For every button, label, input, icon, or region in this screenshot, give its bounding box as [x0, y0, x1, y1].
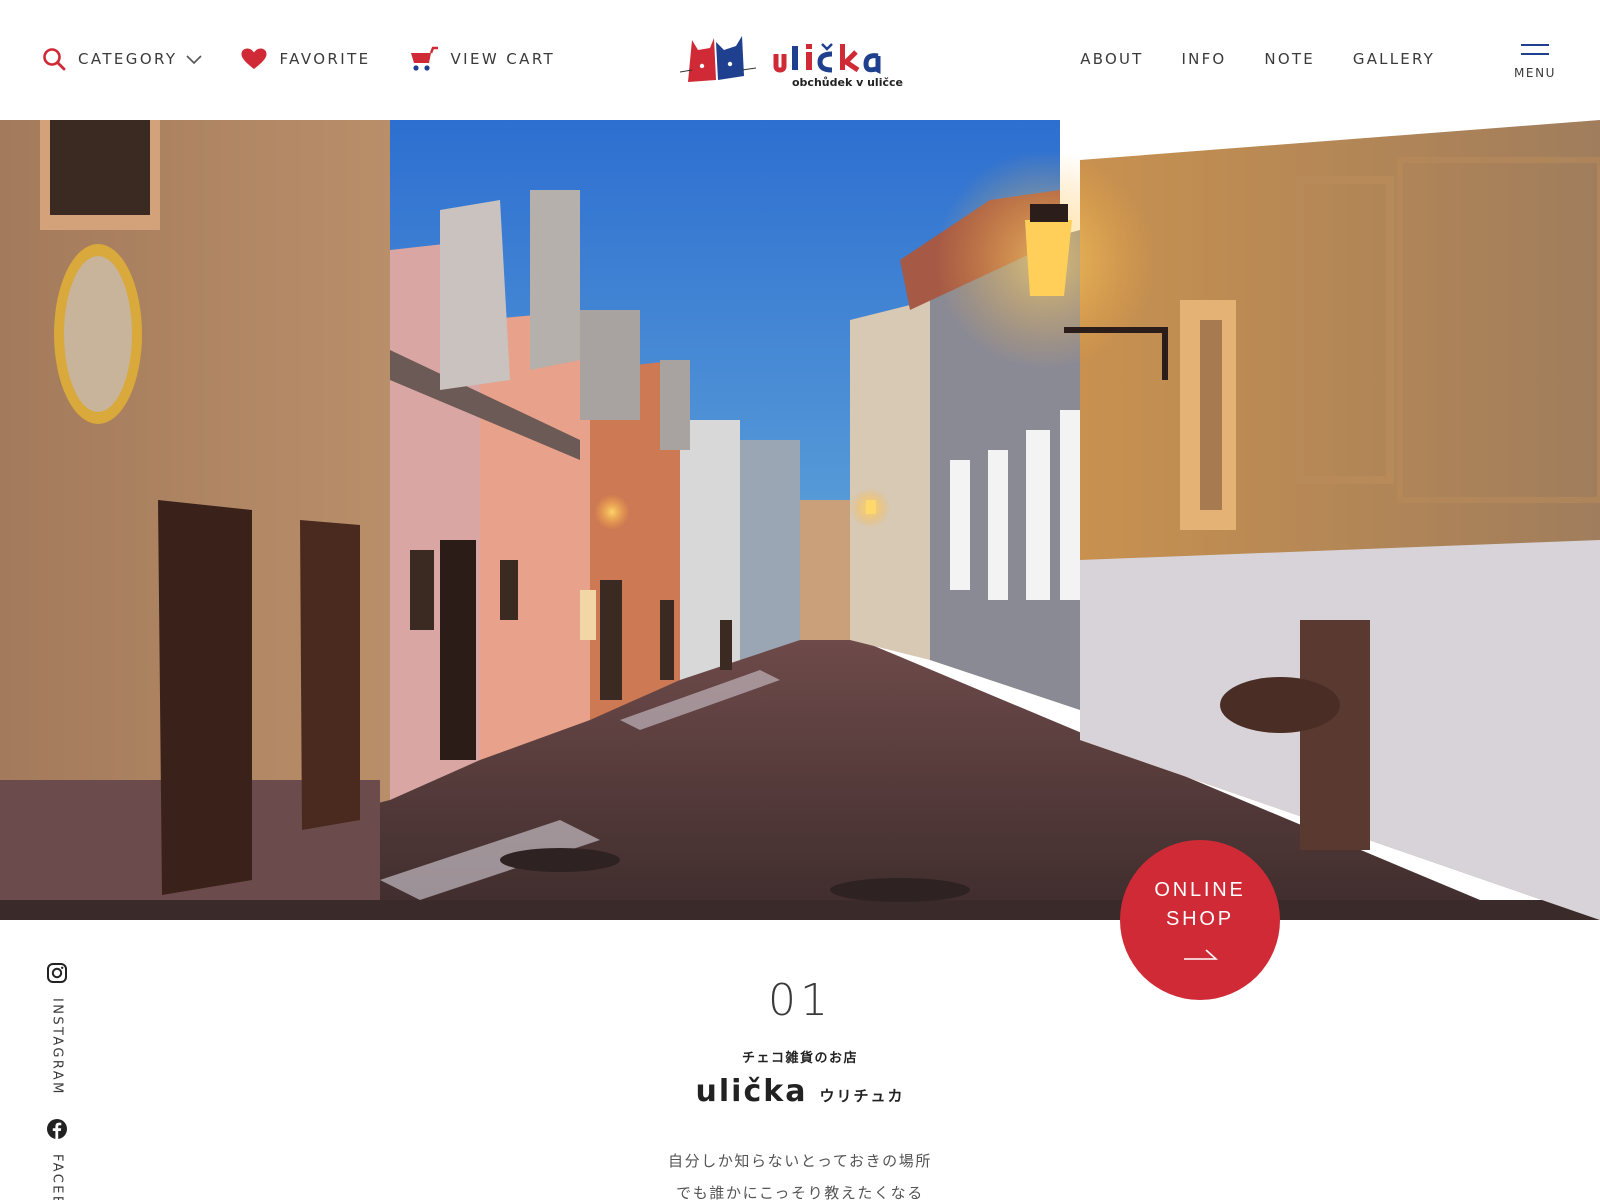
hamburger-icon-top — [1521, 44, 1549, 46]
heart-icon — [241, 48, 267, 70]
brand-kana: ウリチュカ — [819, 1087, 905, 1105]
nav-gallery[interactable]: GALLERY — [1353, 50, 1435, 68]
page: CATEGORY FAVORITE VIEW CART obchůdek v u… — [0, 0, 1600, 1200]
category-button[interactable]: CATEGORY — [42, 47, 203, 71]
favorite-button[interactable]: FAVORITE — [241, 48, 370, 70]
favorite-label: FAVORITE — [279, 50, 371, 68]
logo-tagline: obchůdek v uličce — [792, 76, 903, 89]
facebook-icon — [46, 1118, 68, 1144]
site-header: CATEGORY FAVORITE VIEW CART obchůdek v u… — [0, 0, 1600, 120]
intro-section: 01 チェコ雑貨のお店 ulička ウリチュカ 自分しか知らないとっておきの場… — [500, 975, 1100, 1200]
online-shop-line1: ONLINE — [1154, 878, 1246, 901]
description-line: 自分しか知らないとっておきの場所 — [668, 1152, 932, 1170]
view-cart-button[interactable]: VIEW CART — [409, 46, 556, 72]
description-line: でも誰かにこっそり教えたくなる — [676, 1184, 924, 1200]
nav-info[interactable]: INFO — [1182, 50, 1227, 68]
search-icon — [42, 47, 66, 71]
category-label: CATEGORY — [78, 50, 178, 68]
nav-about[interactable]: ABOUT — [1080, 50, 1143, 68]
hero-street-illustration — [0, 120, 1600, 920]
nav-note[interactable]: NOTE — [1264, 50, 1314, 68]
instagram-label: INSTAGRAM — [49, 998, 65, 1096]
cart-icon — [409, 46, 439, 72]
brand-title: ulička ウリチュカ — [500, 1074, 1100, 1109]
online-shop-line2: SHOP — [1166, 907, 1234, 930]
arrow-right-icon — [1182, 946, 1219, 965]
menu-label: MENU — [1513, 66, 1557, 80]
hamburger-icon-bottom — [1521, 53, 1549, 55]
chevron-down-icon — [185, 53, 203, 65]
header-right-nav: ABOUT INFO NOTE GALLERY — [1042, 50, 1435, 68]
social-sidebar: INSTAGRAM FACEBOOK — [44, 962, 70, 1200]
section-subtitle: チェコ雑貨のお店 — [741, 1051, 858, 1066]
section-description: 自分しか知らないとっておきの場所 でも誰かにこっそり教えたくなる — [500, 1145, 1100, 1200]
logo-cats-icon — [679, 36, 757, 82]
menu-button[interactable]: MENU — [1512, 44, 1558, 80]
site-logo[interactable]: obchůdek v uličce — [679, 32, 916, 90]
online-shop-button[interactable]: ONLINE SHOP — [1120, 840, 1280, 1000]
instagram-icon — [46, 962, 68, 988]
hero-image — [0, 120, 1600, 920]
header-left-nav: CATEGORY FAVORITE VIEW CART — [42, 46, 593, 72]
logo-wordmark — [773, 43, 881, 75]
view-cart-label: VIEW CART — [450, 50, 556, 68]
section-number: 01 — [768, 975, 832, 1026]
facebook-label: FACEBOOK — [49, 1153, 65, 1200]
instagram-link[interactable]: INSTAGRAM — [44, 962, 70, 1096]
brand-name: ulička — [695, 1074, 808, 1109]
facebook-link[interactable]: FACEBOOK — [44, 1118, 70, 1200]
